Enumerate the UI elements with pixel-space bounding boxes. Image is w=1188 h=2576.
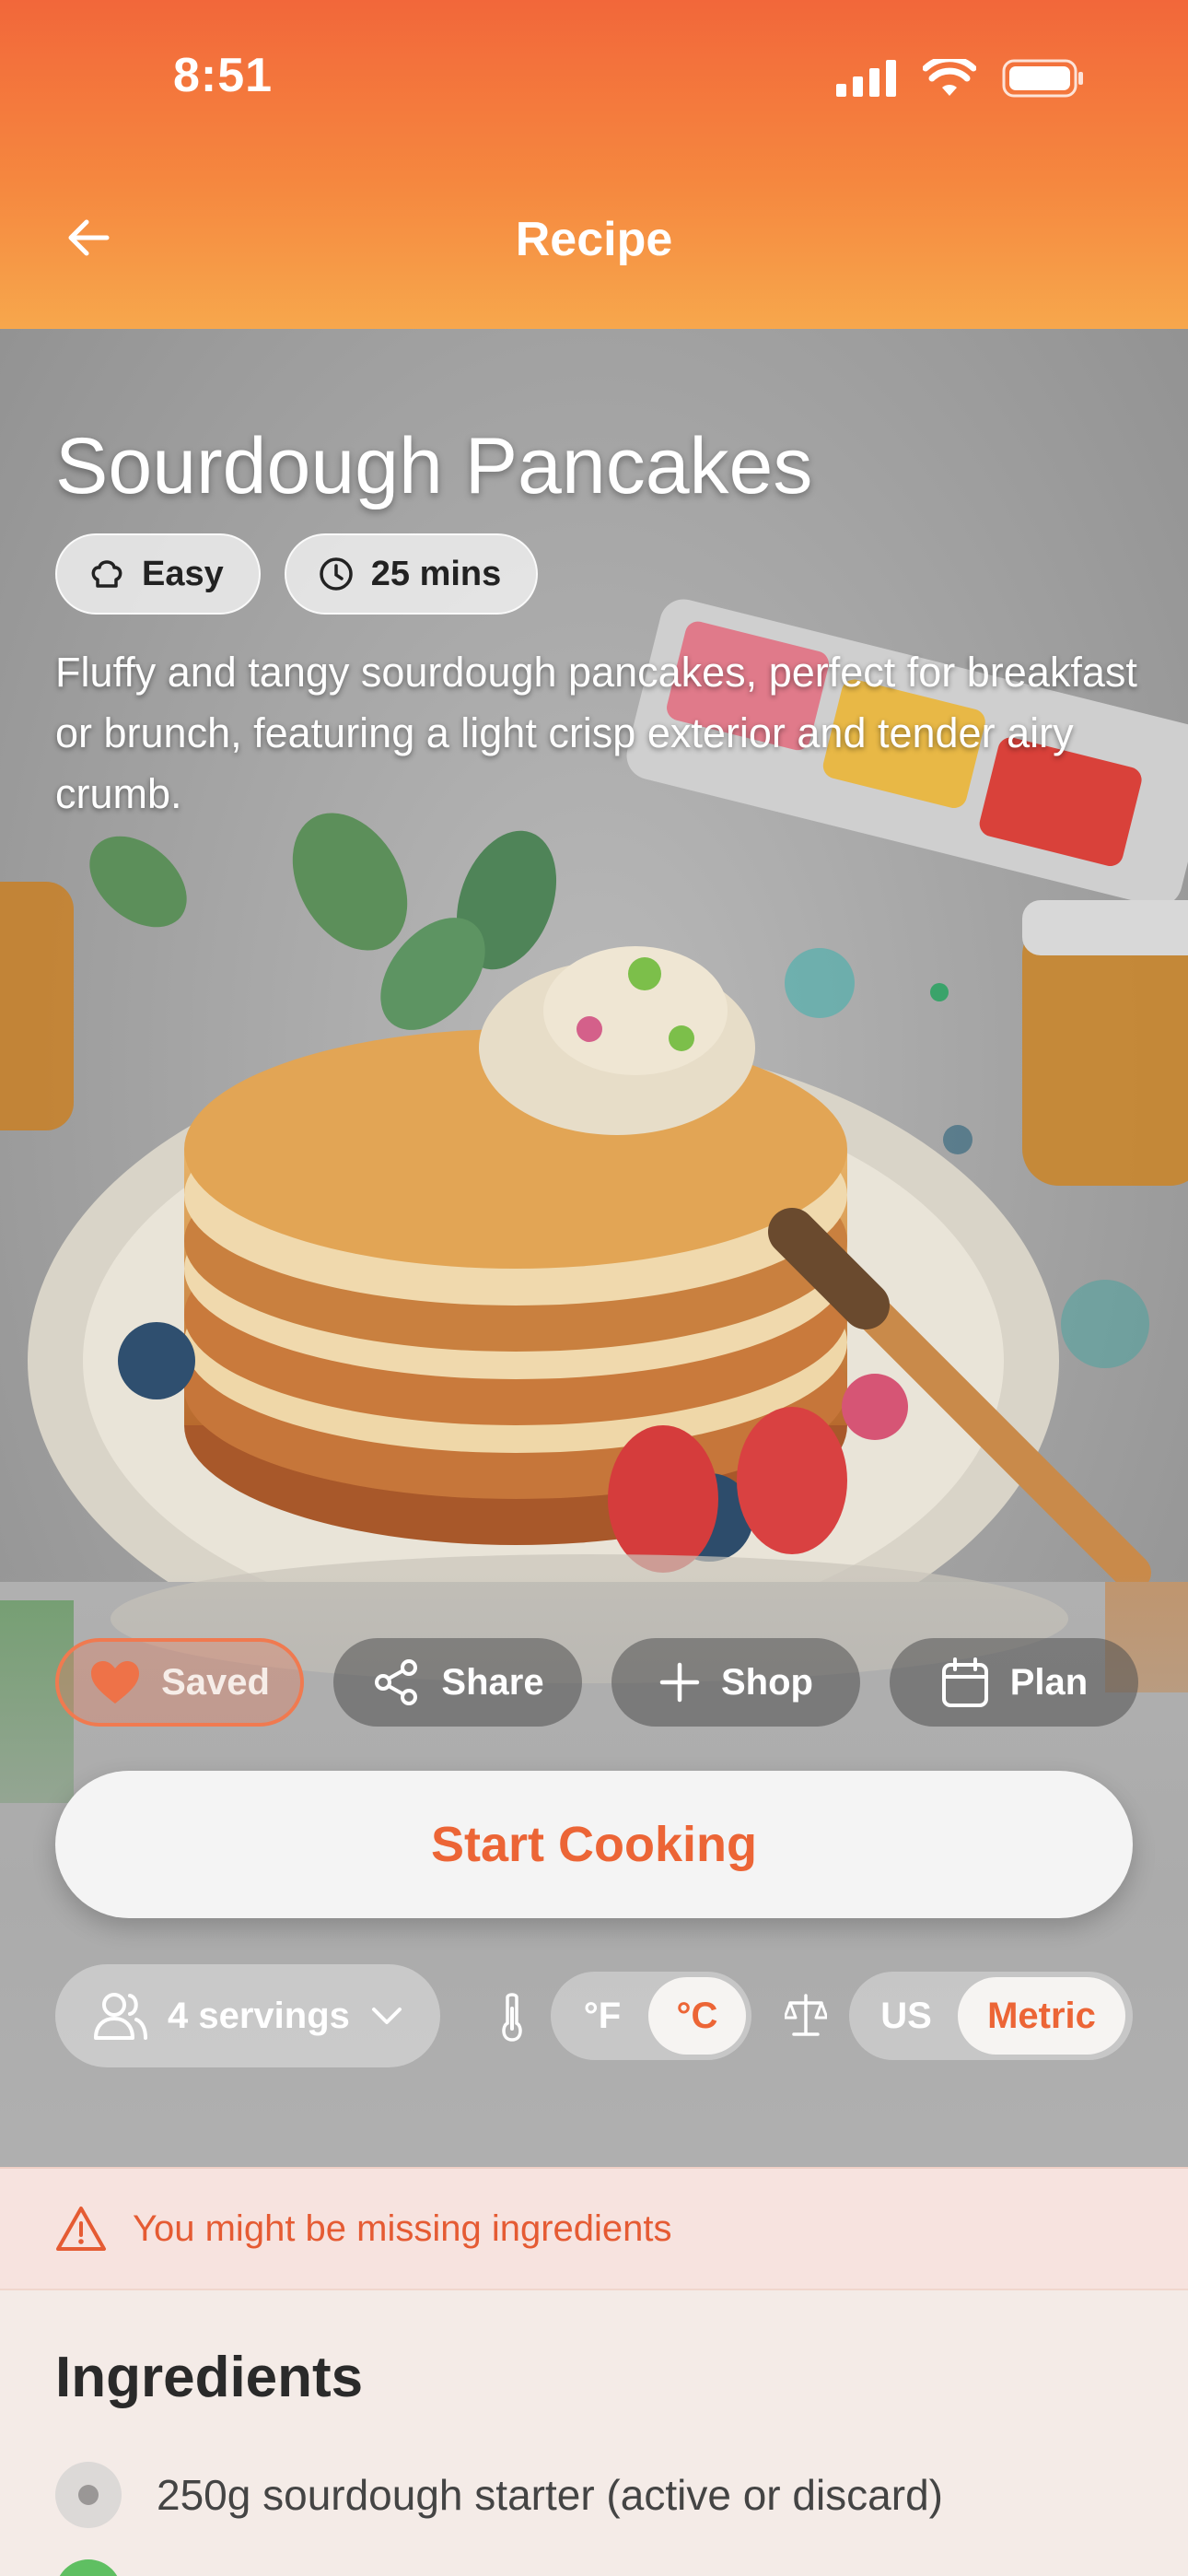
- plan-label: Plan: [1009, 1661, 1089, 1703]
- duration-chip: 25 mins: [284, 533, 539, 615]
- people-icon: [94, 1993, 147, 2040]
- start-cooking-button[interactable]: Start Cooking: [55, 1771, 1133, 1918]
- us-units-option[interactable]: US: [855, 1977, 958, 2055]
- missing-ingredients-banner[interactable]: You might be missing ingredients: [0, 2167, 1188, 2290]
- warning-text: You might be missing ingredients: [133, 2207, 672, 2249]
- heart-icon: [91, 1661, 140, 1704]
- status-time: 8:51: [173, 49, 274, 102]
- clock-icon: [320, 557, 353, 591]
- saved-button[interactable]: Saved: [55, 1638, 304, 1727]
- plan-button[interactable]: Plan: [890, 1638, 1138, 1727]
- chevron-down-icon: [371, 2008, 402, 2024]
- thermometer-icon: [502, 1993, 522, 2042]
- shop-button[interactable]: Shop: [611, 1638, 860, 1727]
- recipe-meta-chips: Easy 25 mins: [55, 533, 539, 615]
- fahrenheit-option[interactable]: °F: [556, 1977, 648, 2055]
- page-title: Recipe: [515, 213, 673, 266]
- scale-icon: [785, 1994, 827, 2036]
- servings-label: 4 servings: [168, 1995, 350, 2036]
- recipe-actions: Saved Share Shop Plan: [55, 1638, 1138, 1727]
- units-toggle: US Metric: [849, 1972, 1133, 2060]
- share-icon: [375, 1659, 418, 1705]
- battery-icon: [1002, 59, 1083, 98]
- saved-label: Saved: [161, 1661, 270, 1703]
- share-button[interactable]: Share: [333, 1638, 582, 1727]
- servings-dropdown[interactable]: 4 servings: [55, 1964, 440, 2067]
- share-label: Share: [441, 1661, 544, 1703]
- temperature-toggle: °F °C: [551, 1972, 751, 2060]
- duration-label: 25 mins: [370, 554, 502, 593]
- difficulty-chip: Easy: [55, 533, 261, 615]
- ingredient-label: 250g sourdough starter (active or discar…: [157, 2471, 943, 2519]
- recipe-title: Sourdough Pancakes: [55, 422, 813, 510]
- metric-units-option[interactable]: Metric: [958, 1977, 1125, 2055]
- list-item[interactable]: 250g sourdough starter (active or discar…: [55, 2462, 943, 2528]
- ingredient-checkbox-next[interactable]: [55, 2559, 122, 2576]
- warning-triangle-icon: [56, 2207, 106, 2251]
- ingredients-heading: Ingredients: [55, 2346, 364, 2409]
- recipe-controls: 4 servings °F °C US Metric: [55, 1964, 1133, 2067]
- celsius-option[interactable]: °C: [648, 1977, 746, 2055]
- difficulty-label: Easy: [142, 554, 224, 593]
- plus-icon: [659, 1662, 700, 1703]
- status-icons: [836, 59, 1085, 98]
- shop-label: Shop: [721, 1661, 813, 1703]
- app-header: 8:51 Recipe: [0, 0, 1188, 329]
- ingredient-checkbox[interactable]: [55, 2462, 122, 2528]
- calendar-icon: [941, 1657, 988, 1707]
- cellular-signal-icon: [836, 60, 896, 97]
- wifi-icon: [923, 59, 976, 96]
- chef-hat-icon: [91, 560, 122, 588]
- recipe-description: Fluffy and tangy sourdough pancakes, per…: [55, 649, 1137, 817]
